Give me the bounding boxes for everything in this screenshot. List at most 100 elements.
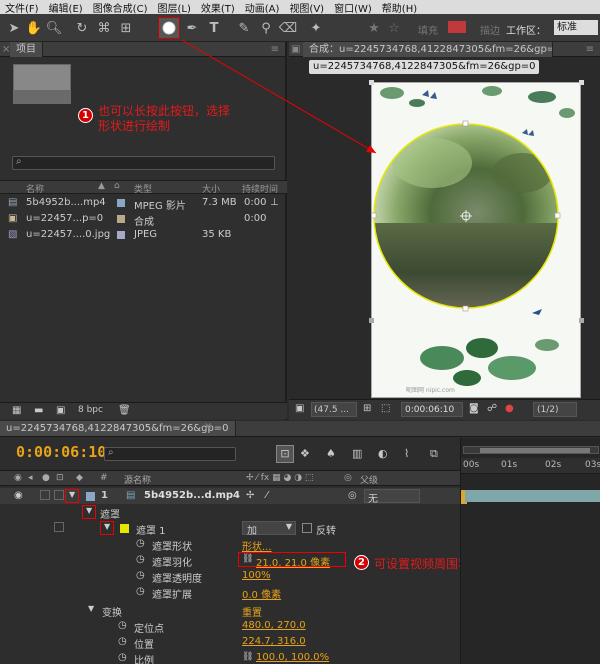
panel-menu-icon[interactable]: ≡ — [586, 44, 600, 55]
fill-color-swatch[interactable] — [448, 21, 466, 33]
menu-composition[interactable]: 图像合成(C) — [88, 0, 153, 15]
constrain-proportions-icon[interactable]: ⛓ — [242, 652, 253, 662]
menu-help[interactable]: 帮助(H) — [377, 0, 422, 15]
property-value[interactable]: 形状... — [242, 538, 272, 553]
color-channels-icon[interactable]: ● — [505, 403, 514, 414]
layer-handle[interactable] — [369, 318, 374, 323]
invert-checkbox[interactable] — [302, 523, 312, 533]
zoom-select[interactable]: (47.5 ... — [311, 402, 357, 417]
timeline-graph-area[interactable]: 00s 01s 02s 03s — [460, 438, 600, 664]
menu-edit[interactable]: 编辑(E) — [44, 0, 88, 15]
menu-animation[interactable]: 动画(A) — [240, 0, 285, 15]
solo-icon[interactable]: ● — [42, 473, 50, 483]
property-value[interactable]: 0.0 像素 — [242, 586, 281, 601]
stopwatch-icon[interactable]: ◷ — [136, 554, 145, 565]
rotation-tool-icon[interactable]: ↻ — [72, 18, 92, 38]
property-row[interactable]: ◷ 遮罩形状 形状... — [0, 536, 460, 553]
interpret-footage-icon[interactable]: ▦ — [12, 405, 21, 416]
layer-row[interactable]: ◉ ▼ 1 ▤ 5b4952b...d.mp4 ✢ ⁄ ◎ 无 — [0, 488, 460, 505]
always-preview-icon[interactable]: ▣ — [295, 403, 304, 414]
clone-stamp-tool-icon[interactable]: ⚲ — [256, 18, 276, 38]
panel-menu-icon[interactable]: ≡ — [271, 44, 285, 55]
new-composition-icon[interactable]: ▣ — [56, 405, 65, 416]
composition-breadcrumb[interactable]: u=2245734768,4122847305&fm=26&gp=0 — [309, 60, 539, 74]
menu-layer[interactable]: 图层(L) — [152, 0, 195, 15]
graph-editor-icon[interactable]: ⌇ — [404, 447, 409, 460]
workspace-select[interactable]: 标准 — [554, 20, 598, 35]
label-tag-icon[interactable]: ◆ — [76, 473, 83, 483]
audio-icon[interactable]: ◂ — [28, 473, 33, 483]
ellipse-mask-tool-icon[interactable] — [158, 17, 180, 39]
zoom-tool-icon[interactable]: 🔍︎ — [44, 18, 64, 38]
trash-icon[interactable]: 🗑︎ — [118, 405, 131, 416]
transform-reset-link[interactable]: 重置 — [242, 604, 262, 619]
stopwatch-icon[interactable]: ◷ — [136, 538, 145, 549]
mask-visibility-icon[interactable]: ⬚ — [381, 403, 390, 414]
brainstorm-icon[interactable]: ⧉ — [430, 447, 438, 461]
parent-select[interactable]: 无 — [364, 489, 420, 505]
puppet-tool-icon[interactable]: ✦ — [306, 18, 326, 38]
mask-group-row[interactable]: ▼ 遮罩 — [0, 504, 460, 521]
grid-icon[interactable]: ⊞ — [363, 403, 371, 414]
stopwatch-icon[interactable]: ◷ — [118, 652, 127, 663]
expand-transform-icon[interactable]: ▼ — [88, 604, 94, 613]
frame-blending-icon[interactable]: ▥ — [352, 447, 362, 460]
mask-row[interactable]: ▼ 遮罩 1 加 ▼ 反转 — [0, 520, 460, 537]
menu-file[interactable]: 文件(F) — [0, 0, 44, 15]
flowchart-icon[interactable]: ⊥ — [270, 197, 279, 208]
parent-pickwhip-icon[interactable]: ◎ — [348, 490, 357, 501]
stopwatch-icon[interactable]: ◷ — [136, 586, 145, 597]
layer-duration-bar[interactable] — [465, 490, 600, 502]
project-item[interactable]: ▤ 5b4952b....mp4 MPEG 影片 7.3 MB 0:00 ⊥ — [0, 196, 287, 212]
menu-window[interactable]: 窗口(W) — [329, 0, 377, 15]
switches-icon[interactable]: ✢ ⁄ fx ▦ ◕ ◑ ⬚ — [246, 473, 313, 483]
parent-pickwhip-icon[interactable]: ◎ — [344, 473, 352, 483]
star-outline-icon[interactable]: ☆ — [384, 18, 404, 38]
pan-behind-tool-icon[interactable]: ⊞ — [116, 18, 136, 38]
camera-tool-icon[interactable]: ⌘ — [94, 18, 114, 38]
layer-handle[interactable] — [369, 80, 374, 85]
current-time-display[interactable]: 0:00:06:10 — [401, 402, 463, 417]
layer-name[interactable]: 5b4952b...d.mp4 — [144, 490, 240, 501]
star-icon[interactable]: ★ — [364, 18, 384, 38]
project-item[interactable]: ▧ u=22457....0.jpg JPEG 35 KB — [0, 228, 287, 243]
close-icon[interactable]: × — [204, 421, 212, 432]
col-duration[interactable]: 持续时间 — [242, 182, 278, 195]
eraser-tool-icon[interactable]: ⌫ — [278, 18, 298, 38]
text-tool-icon[interactable]: T — [204, 18, 224, 38]
tab-composition[interactable]: 合成：u=2245734768,4122847305&fm=26&gp=0 — [303, 41, 553, 57]
property-value[interactable]: 480.0, 270.0 — [242, 620, 306, 631]
composition-canvas[interactable]: 昵图网 nipic.com — [371, 82, 581, 398]
time-ruler[interactable]: 00s 01s 02s 03s — [461, 458, 600, 474]
col-source-name[interactable]: 源名称 — [124, 473, 151, 486]
snapshot-icon[interactable]: ◙ — [469, 403, 479, 414]
draft-3d-icon[interactable]: ❖ — [300, 447, 310, 460]
mask-lock-checkbox[interactable] — [54, 522, 64, 532]
eye-icon[interactable]: ◉ — [14, 490, 23, 501]
col-type[interactable]: 类型 — [134, 182, 152, 195]
property-row[interactable]: ◷ 位置 224.7, 316.0 — [0, 634, 460, 651]
lock-checkbox[interactable] — [54, 490, 64, 500]
time-navigator[interactable] — [463, 446, 599, 454]
project-item[interactable]: ▣ u=22457...p=0 合成 0:00 — [0, 212, 287, 228]
layer-handle[interactable] — [579, 80, 584, 85]
project-search-input[interactable]: ⌕ — [12, 156, 275, 170]
stopwatch-icon[interactable]: ◷ — [136, 570, 145, 581]
label-tag-icon[interactable]: ⌂ — [114, 181, 120, 191]
property-row[interactable]: ◷ 遮罩扩展 0.0 像素 — [0, 584, 460, 601]
resolution-select[interactable]: (1/2) — [533, 402, 577, 417]
hand-tool-icon[interactable]: ✋ — [24, 18, 44, 38]
quality-icon[interactable]: ⁄ — [266, 490, 268, 501]
label-color[interactable] — [86, 492, 95, 501]
close-icon[interactable]: × — [0, 44, 10, 55]
stopwatch-icon[interactable]: ◷ — [118, 636, 127, 647]
collapse-icon[interactable]: ✢ — [246, 490, 254, 501]
pen-tool-icon[interactable]: ✒ — [182, 18, 202, 38]
brush-tool-icon[interactable]: ✎ — [234, 18, 254, 38]
tab-project[interactable]: 项目 — [10, 41, 43, 57]
timeline-search-input[interactable]: ⌕ — [104, 447, 236, 461]
selection-tool-icon[interactable]: ➤ — [4, 18, 24, 38]
lock-icon[interactable]: ▣ — [289, 44, 303, 55]
show-snapshot-icon[interactable]: ☍ — [487, 403, 497, 414]
motion-blur-icon[interactable]: ◐ — [378, 447, 388, 460]
